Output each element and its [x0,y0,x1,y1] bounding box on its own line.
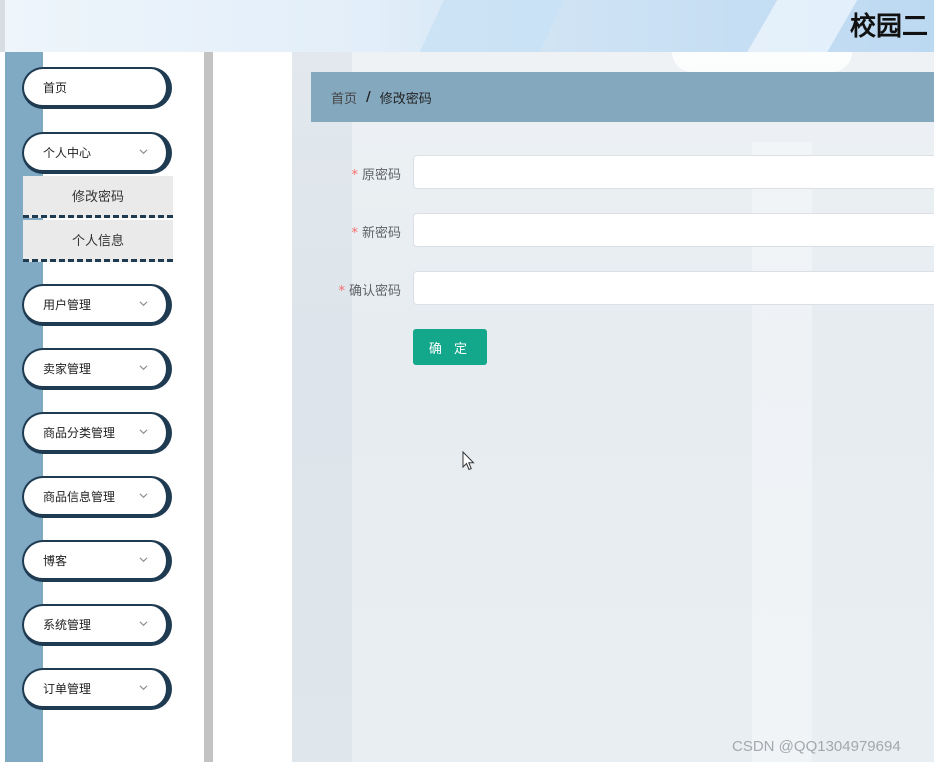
chevron-down-icon [139,429,148,435]
sidebar-item-system-management[interactable]: 系统管理 [22,604,172,646]
watermark: CSDN @QQ1304979694 [732,738,901,755]
required-mark: * [351,168,358,183]
chevron-down-icon [139,685,148,691]
confirm-password-label-text: 确认密码 [348,284,401,299]
mouse-cursor-icon [462,451,475,471]
sidebar-item-category-management[interactable]: 商品分类管理 [22,412,172,454]
sidebar-item-label: 首页 [43,80,68,95]
old-password-input[interactable] [413,155,934,189]
sidebar-item-user-management[interactable]: 用户管理 [22,284,172,326]
sidebar-item-label: 商品信息管理 [43,489,116,504]
breadcrumb: 首页 / 修改密码 [311,72,934,122]
chevron-down-icon [139,621,148,627]
sidebar-item-seller-management[interactable]: 卖家管理 [22,348,172,390]
confirm-password-input[interactable] [413,271,934,305]
sidebar-scrollbar[interactable] [204,52,213,762]
header-decoration [411,0,569,52]
sidebar-item-label: 博客 [43,553,68,568]
sidebar-item-label: 商品分类管理 [43,425,116,440]
chevron-down-icon [139,149,148,155]
sidebar-item-label: 卖家管理 [43,361,92,376]
app-window: 校园二 首页 个人中心 修改密码 个人信息 用户管理 卖家管理 商品分类管理 商… [0,0,934,762]
breadcrumb-current: 修改密码 [379,91,432,107]
sidebar-item-blog[interactable]: 博客 [22,540,172,582]
header-decoration [736,0,864,52]
sidebar-item-label: 个人中心 [43,145,92,160]
sidebar-item-label: 用户管理 [43,297,92,312]
chevron-down-icon [139,493,148,499]
top-header: 校园二 [0,0,934,52]
confirm-button[interactable]: 确 定 [413,329,487,365]
confirm-password-label: * 确认密码 [311,280,401,299]
chevron-down-icon [139,301,148,307]
submenu-personal-info[interactable]: 个人信息 [23,220,173,262]
sidebar-item-order-management[interactable]: 订单管理 [22,668,172,710]
submenu-change-password[interactable]: 修改密码 [23,176,173,218]
content-gutter [218,52,292,762]
sidebar-item-home[interactable]: 首页 [22,67,172,109]
new-password-label: * 新密码 [311,222,401,241]
required-mark: * [351,226,358,241]
new-password-input[interactable] [413,213,934,247]
new-password-label-text: 新密码 [361,226,401,241]
chevron-down-icon [139,365,148,371]
chevron-down-icon [139,557,148,563]
old-password-label: * 原密码 [311,164,401,183]
breadcrumb-separator: / [366,89,371,105]
background-decoration [672,52,852,72]
header-edge [0,0,5,52]
required-mark: * [338,284,345,299]
sidebar-item-label: 系统管理 [43,617,92,632]
sidebar-item-personal-center[interactable]: 个人中心 [22,132,172,174]
sidebar-item-label: 订单管理 [43,681,92,696]
background-decoration [292,52,352,762]
app-title: 校园二 [850,12,929,42]
old-password-label-text: 原密码 [361,168,401,183]
breadcrumb-home-link[interactable]: 首页 [331,88,357,107]
sidebar-item-product-management[interactable]: 商品信息管理 [22,476,172,518]
